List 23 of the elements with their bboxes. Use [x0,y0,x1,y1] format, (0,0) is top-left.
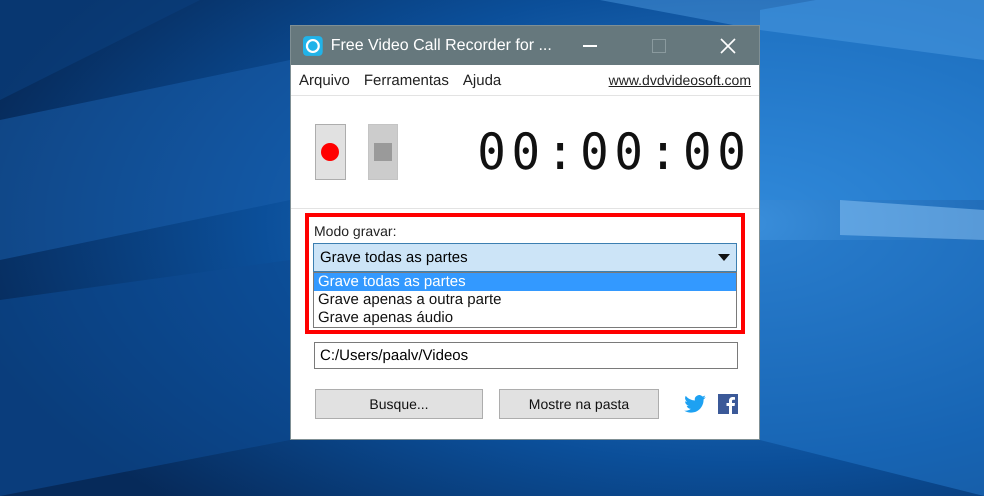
minimize-icon [583,44,598,46]
show-folder-button[interactable]: Mostre na pasta [499,389,659,419]
bird-icon[interactable] [684,395,706,413]
path-field[interactable]: C:/Users/paalv/Videos [314,342,738,369]
mode-dropdown[interactable]: Grave todas as partes [313,243,737,272]
close-icon [720,38,736,54]
caret-icon [718,254,730,261]
field-label: Modo gravar: [313,222,398,241]
stop-icon [374,143,392,161]
maximize-icon [652,38,666,52]
menu-item[interactable]: Ferramentas [364,72,449,88]
app-icon [303,36,323,56]
facebook-icon[interactable] [718,394,738,414]
dropdown-option[interactable]: Grave apenas a outra parte [314,291,736,309]
window-title: Free Video Call Recorder for ... [330,36,552,54]
record-icon [321,143,340,161]
record-button[interactable] [315,124,346,180]
browse-button[interactable]: Busque... [315,389,483,419]
timer-display: 00:00:00 [477,123,752,181]
website-link[interactable]: www.dvdvideosoft.com [608,72,751,88]
dropdown-option[interactable]: Grave apenas áudio [314,309,736,327]
menu-item[interactable]: Arquivo [299,72,350,88]
menu-item[interactable]: Ajuda [462,72,502,88]
